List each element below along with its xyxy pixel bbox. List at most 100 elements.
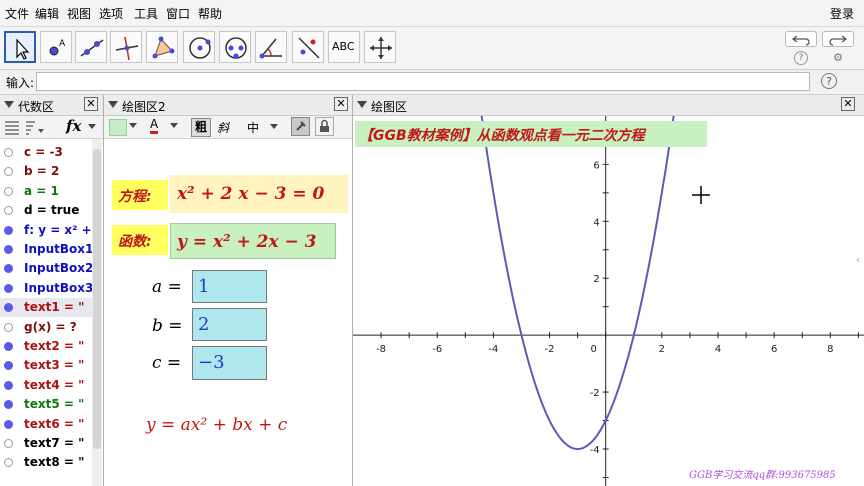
help-icon[interactable]: ?: [794, 51, 808, 65]
close-algebra-button[interactable]: ✕: [84, 97, 98, 111]
angle-tool-button[interactable]: [255, 31, 287, 63]
algebra-row-text: g(x) = ?: [24, 319, 77, 334]
close-graphics-button[interactable]: ✕: [841, 97, 855, 111]
ellipse-tool-button[interactable]: [219, 31, 251, 63]
input-help-icon[interactable]: ?: [821, 73, 837, 89]
graphics2-title: 绘图区2: [122, 100, 166, 114]
c-value: −3: [198, 352, 225, 373]
collapse-icon[interactable]: [357, 101, 367, 108]
redo-button[interactable]: [822, 31, 854, 47]
dropdown-arrow-icon[interactable]: [170, 123, 178, 128]
algebra-row[interactable]: d = true: [0, 201, 92, 220]
visibility-toggle-icon[interactable]: [4, 167, 13, 177]
menu-window[interactable]: 窗口: [166, 5, 190, 22]
move-view-tool-button[interactable]: [364, 31, 396, 63]
algebra-row-text: text8 = ": [24, 455, 85, 470]
polygon-tool-button[interactable]: [146, 31, 178, 63]
function-plot[interactable]: -8 -6 -4 -2 0 2 4 6 8 6 4 2 -2 -4: [353, 116, 864, 486]
b-inputbox[interactable]: 2: [192, 308, 267, 341]
menu-help[interactable]: 帮助: [198, 5, 222, 22]
fx-dropdown-icon[interactable]: [88, 124, 96, 129]
c-inputbox[interactable]: −3: [192, 346, 267, 380]
close-graphics2-button[interactable]: ✕: [334, 97, 348, 111]
point-tool-button[interactable]: A: [40, 31, 72, 63]
menu-tools[interactable]: 工具: [134, 5, 158, 22]
algebra-row[interactable]: text2 = ": [0, 337, 92, 356]
a-label: a =: [152, 277, 182, 297]
collapse-icon[interactable]: [4, 101, 14, 108]
bold-toggle[interactable]: 粗: [191, 118, 211, 137]
equation-text: x² + 2 x − 3 = 0: [177, 184, 325, 204]
reflect-tool-button[interactable]: [292, 31, 324, 63]
menu-options[interactable]: 选项: [99, 5, 123, 22]
visibility-toggle-icon[interactable]: [4, 400, 13, 410]
side-arrow-icon[interactable]: ‹: [856, 255, 860, 266]
menu-view[interactable]: 视图: [67, 5, 91, 22]
move-tool-button[interactable]: [4, 31, 36, 63]
visibility-toggle-icon[interactable]: [4, 380, 13, 390]
perpendicular-tool-button[interactable]: [110, 31, 142, 63]
menu-file[interactable]: 文件: [5, 5, 29, 22]
sort-list-icon[interactable]: [4, 119, 20, 135]
visibility-toggle-icon[interactable]: [4, 361, 13, 371]
algebra-row-text: text5 = ": [24, 397, 85, 412]
visibility-toggle-icon[interactable]: [4, 439, 13, 448]
algebra-row[interactable]: c = -3: [0, 143, 92, 162]
lock-button[interactable]: [315, 117, 334, 136]
undo-button[interactable]: [785, 31, 817, 47]
visibility-toggle-icon[interactable]: [4, 186, 13, 196]
line-tool-button[interactable]: [75, 31, 107, 63]
fx-button[interactable]: fx: [66, 117, 81, 135]
algebra-row[interactable]: b = 2: [0, 162, 92, 181]
text-tool-button[interactable]: ABC: [328, 31, 360, 63]
a-inputbox[interactable]: 1: [192, 270, 267, 303]
scrollbar-thumb[interactable]: [93, 149, 101, 449]
pointer-icon: [16, 38, 30, 60]
algebra-row[interactable]: text6 = ": [0, 415, 92, 434]
algebra-row[interactable]: text8 = ": [0, 453, 92, 472]
algebra-row[interactable]: text3 = ": [0, 356, 92, 375]
gear-icon[interactable]: ⚙: [831, 51, 845, 65]
visibility-toggle-icon[interactable]: [4, 225, 13, 235]
x-tick-label: 8: [827, 344, 833, 355]
input-field[interactable]: [36, 72, 810, 91]
dropdown-arrow-icon[interactable]: [270, 124, 278, 129]
algebra-row[interactable]: text1 = ": [0, 298, 92, 318]
collapse-icon[interactable]: [108, 101, 118, 108]
algebra-scrollbar[interactable]: [92, 139, 102, 486]
algebra-view: 代数区 ✕ fx c = -3 b = 2 a = 1 d = true f: y = …: [0, 95, 104, 486]
circle-tool-button[interactable]: [183, 31, 215, 63]
visibility-toggle-icon[interactable]: [4, 206, 13, 216]
algebra-row[interactable]: a = 1: [0, 182, 92, 201]
visibility-toggle-icon[interactable]: [4, 322, 13, 332]
algebra-row[interactable]: text7 = ": [0, 434, 92, 453]
dropdown-arrow-icon[interactable]: [129, 123, 137, 128]
visibility-toggle-icon[interactable]: [4, 419, 13, 429]
pin-button[interactable]: [291, 117, 310, 136]
sort-order-icon[interactable]: [25, 119, 45, 135]
graphics-view[interactable]: 绘图区 ✕ -8 -6 -4 -2 0 2 4 6 8 6 4 2 -2 -4 【GGB教材案例】从函数观…: [353, 95, 864, 486]
visibility-toggle-icon[interactable]: [4, 303, 13, 313]
algebra-row[interactable]: text4 = ": [0, 376, 92, 395]
visibility-toggle-icon[interactable]: [4, 264, 13, 274]
visibility-toggle-icon[interactable]: [4, 283, 13, 293]
font-size-select[interactable]: 中: [247, 119, 259, 136]
pin-icon: [296, 121, 306, 131]
algebra-row[interactable]: InputBox2: [0, 259, 92, 278]
login-link[interactable]: 登录: [830, 5, 854, 22]
algebra-row[interactable]: InputBox3: [0, 279, 92, 298]
visibility-toggle-icon[interactable]: [4, 342, 13, 351]
redo-icon: [829, 35, 848, 46]
text-color-icon[interactable]: A: [150, 118, 159, 134]
algebra-row[interactable]: text5 = ": [0, 395, 92, 414]
visibility-toggle-icon[interactable]: [4, 245, 13, 254]
algebra-row[interactable]: InputBox1: [0, 240, 92, 259]
visibility-toggle-icon[interactable]: [4, 458, 13, 468]
algebra-row[interactable]: f: y = x² + 2: [0, 221, 92, 240]
algebra-row[interactable]: g(x) = ?: [0, 318, 92, 337]
italic-toggle[interactable]: 斜: [217, 119, 229, 136]
menu-edit[interactable]: 编辑: [35, 5, 59, 22]
background-color-button[interactable]: [109, 119, 127, 136]
visibility-toggle-icon[interactable]: [4, 148, 13, 157]
graphics-view-2[interactable]: 绘图区2 ✕ A 粗 斜 中 方程: x² + 2 x − 3 = 0 函数: …: [104, 95, 353, 486]
